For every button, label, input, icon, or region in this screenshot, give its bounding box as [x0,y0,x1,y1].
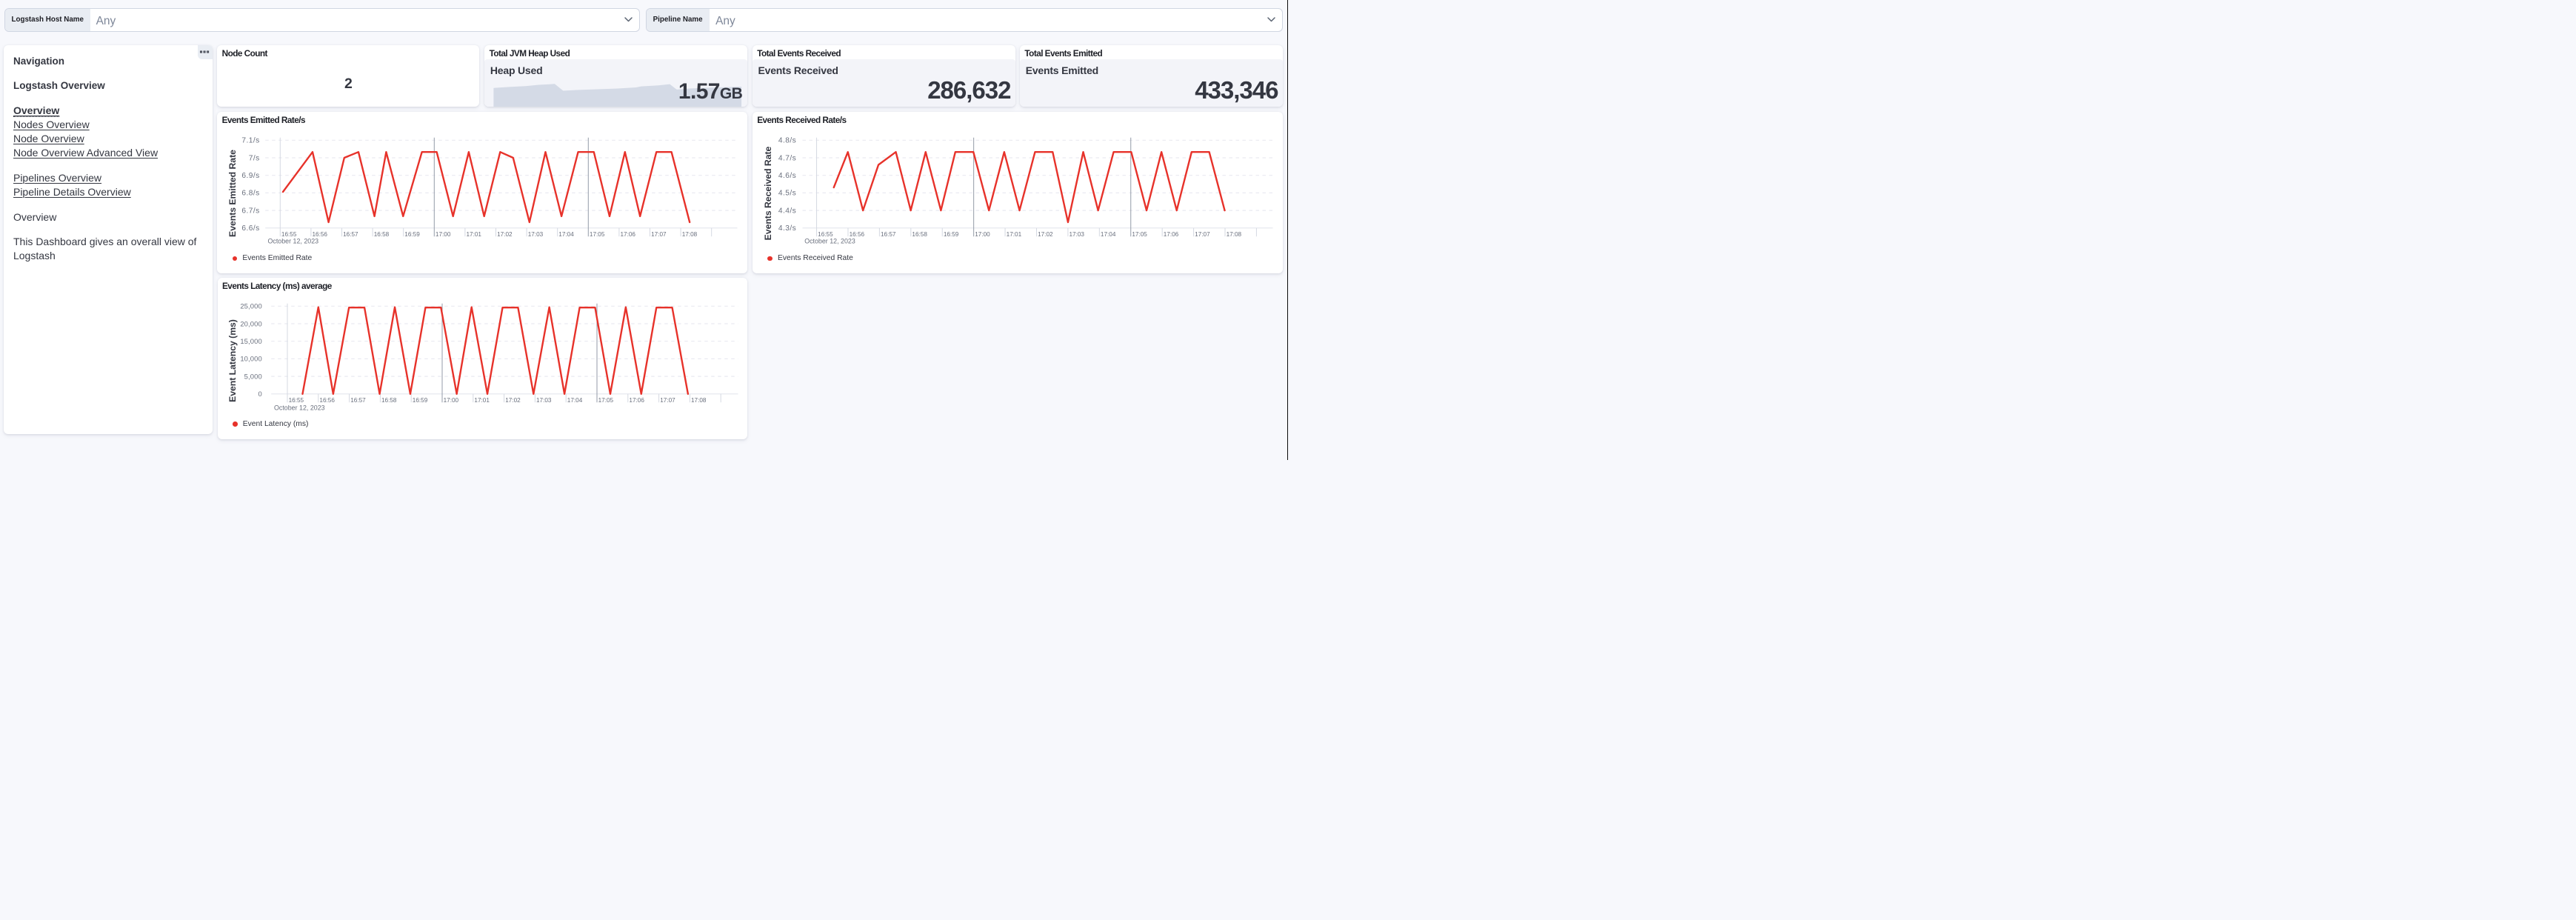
svg-text:17:07: 17:07 [651,231,667,238]
svg-text:16:55: 16:55 [288,397,304,404]
svg-text:20,000: 20,000 [240,319,262,327]
svg-text:17:03: 17:03 [536,397,552,404]
svg-text:17:04: 17:04 [559,231,575,238]
svg-text:16:59: 16:59 [412,397,427,404]
svg-text:4.8/s: 4.8/s [778,137,796,145]
svg-text:25,000: 25,000 [240,302,262,310]
svg-text:17:00: 17:00 [443,397,458,404]
svg-text:4.5/s: 4.5/s [778,190,796,198]
svg-text:17:00: 17:00 [975,231,990,238]
svg-text:4.7/s: 4.7/s [778,154,796,162]
svg-text:17:06: 17:06 [629,397,644,404]
svg-text:17:01: 17:01 [1007,231,1022,238]
svg-text:16:59: 16:59 [405,231,421,238]
svg-text:6.8/s: 6.8/s [242,190,260,198]
svg-text:17:08: 17:08 [682,231,698,238]
svg-text:16:58: 16:58 [374,231,390,238]
svg-text:16:56: 16:56 [319,397,335,404]
svg-text:6.7/s: 6.7/s [242,207,260,215]
svg-text:17:02: 17:02 [505,397,521,404]
svg-text:17:02: 17:02 [497,231,513,238]
svg-text:4.4/s: 4.4/s [778,207,796,215]
svg-text:October 12, 2023: October 12, 2023 [804,237,855,244]
svg-text:17:05: 17:05 [598,397,613,404]
svg-text:17:01: 17:01 [467,231,482,238]
svg-text:16:57: 16:57 [881,231,896,238]
svg-text:17:08: 17:08 [1226,231,1241,238]
svg-text:17:08: 17:08 [691,397,707,404]
svg-text:0: 0 [258,390,261,398]
svg-text:7/s: 7/s [249,154,260,162]
svg-text:17:05: 17:05 [1132,231,1147,238]
svg-text:5,000: 5,000 [244,372,261,380]
svg-text:7.1/s: 7.1/s [242,137,260,145]
svg-text:6.9/s: 6.9/s [242,172,260,180]
svg-text:16:57: 16:57 [343,231,358,238]
svg-text:17:00: 17:00 [436,231,451,238]
svg-text:17:01: 17:01 [474,397,490,404]
svg-text:17:07: 17:07 [1195,231,1210,238]
svg-text:October 12, 2023: October 12, 2023 [274,404,325,412]
svg-text:17:02: 17:02 [1038,231,1053,238]
svg-text:17:03: 17:03 [1069,231,1084,238]
svg-text:17:04: 17:04 [1101,231,1116,238]
svg-text:17:06: 17:06 [1164,231,1179,238]
svg-text:4.6/s: 4.6/s [778,172,796,180]
svg-text:16:58: 16:58 [912,231,927,238]
svg-text:17:07: 17:07 [660,397,675,404]
svg-text:17:04: 17:04 [567,397,582,404]
svg-text:6.6/s: 6.6/s [242,224,260,233]
svg-text:15,000: 15,000 [240,337,262,345]
svg-text:4.3/s: 4.3/s [778,224,796,233]
svg-text:17:05: 17:05 [590,231,605,238]
svg-text:16:59: 16:59 [944,231,959,238]
svg-text:October 12, 2023: October 12, 2023 [268,237,319,244]
svg-text:17:03: 17:03 [528,231,544,238]
svg-text:10,000: 10,000 [240,355,262,363]
svg-text:16:58: 16:58 [381,397,397,404]
svg-text:16:57: 16:57 [350,397,366,404]
svg-text:17:06: 17:06 [621,231,636,238]
